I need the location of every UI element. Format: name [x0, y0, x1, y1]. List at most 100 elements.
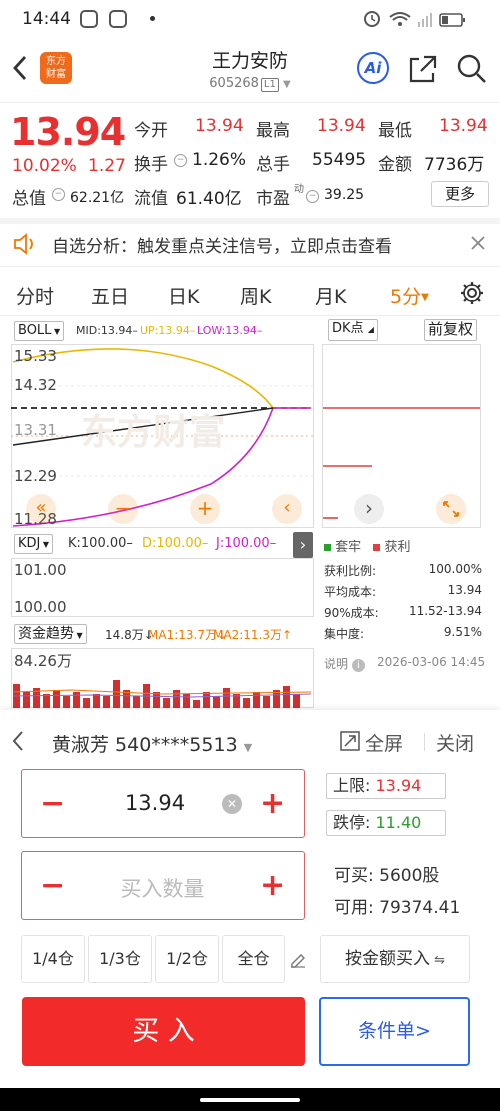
boll-low: LOW:13.94–	[197, 324, 263, 337]
share-icon[interactable]	[408, 54, 438, 84]
info-icon[interactable]: −	[52, 188, 65, 201]
indicator-selector-boll[interactable]: BOLL ▼	[14, 321, 65, 341]
status-bar: 14:44	[0, 0, 500, 38]
kdj-j: J:100.00–	[216, 536, 277, 551]
buy-button[interactable]: 买 入	[22, 997, 305, 1066]
corner-triangle-icon: ◢	[367, 325, 374, 334]
alert-bar[interactable]: 自选分析：触发重点关注信号，立即点击查看	[0, 224, 500, 262]
tab-5min[interactable]: 5分▼	[390, 282, 429, 309]
price-increase-button[interactable]: +	[260, 789, 285, 819]
position-quarter-button[interactable]: 1/4仓	[21, 935, 85, 983]
upper-limit-badge: 上限: 13.94	[326, 773, 446, 799]
notification-app-icon	[109, 10, 127, 28]
tab-intraday[interactable]: 分时	[16, 282, 54, 309]
app-header: 东方 财富 王力安防 605268 L1 ▼ Ai	[0, 38, 500, 100]
indicator-selector-kdj[interactable]: KDJ ▼	[14, 534, 54, 554]
fund-bars	[12, 680, 312, 708]
volume-label: 总手	[256, 155, 290, 175]
collapse-back-icon[interactable]	[10, 729, 26, 753]
search-icon[interactable]	[456, 53, 488, 85]
expand-icon[interactable]	[436, 494, 466, 524]
dk-point-selector[interactable]: DK点 ◢	[328, 319, 378, 341]
amount-label: 金额	[378, 155, 412, 175]
quantity-placeholder[interactable]: 买入数量	[90, 873, 235, 903]
float-value: 61.40亿	[176, 189, 242, 209]
chip-row-label: 90%成本:	[324, 606, 379, 620]
amount-value: 7736万	[424, 155, 485, 175]
zoom-out-icon[interactable]: −	[108, 494, 138, 524]
buy-by-amount-button[interactable]: 按金额买入 ⇋	[320, 935, 470, 983]
chip-next-icon[interactable]: ›	[354, 494, 384, 524]
stock-code: 605268	[209, 76, 259, 91]
notification-app-icon	[80, 10, 98, 28]
high-value: 13.94	[317, 116, 366, 136]
volume-value: 55495	[312, 150, 367, 170]
back-icon[interactable]	[10, 54, 30, 82]
fund-value: 14.8万↓	[105, 628, 154, 642]
low-value: 13.94	[439, 116, 488, 136]
boll-mid: MID:13.94–	[76, 324, 138, 337]
legend-profit: 获利	[384, 540, 411, 555]
mktcap-label: 总值	[12, 189, 46, 209]
info-icon[interactable]: −	[306, 190, 319, 203]
turnover-label: 换手	[134, 155, 168, 175]
chevron-down-icon: ▼	[74, 631, 83, 640]
last-price: 13.94	[10, 110, 126, 154]
eastmoney-logo: 东方 财富	[40, 52, 72, 84]
chip-row: 集中度: 9.51%	[324, 625, 482, 646]
conditional-order-button[interactable]: 条件单>	[319, 997, 470, 1066]
tab-five-day[interactable]: 五日	[91, 282, 129, 309]
info-icon[interactable]: −	[174, 154, 187, 167]
upper-limit-value: 13.94	[375, 776, 422, 795]
dk-label: DK点	[332, 321, 364, 336]
home-indicator[interactable]	[200, 1098, 300, 1102]
stock-code-selector[interactable]: 605268 L1 ▼	[150, 76, 350, 92]
chip-note[interactable]: 说明 i	[324, 655, 365, 672]
close-button[interactable]: 关闭	[436, 729, 474, 756]
kdj-k: K:100.00–	[68, 536, 133, 551]
clear-icon[interactable]: ✕	[222, 794, 242, 814]
expand-panel-icon[interactable]: ›	[293, 532, 313, 558]
chevron-down-icon: ▼	[243, 741, 253, 754]
boll-y-label-4: 12.29	[14, 467, 57, 485]
price-value[interactable]: 13.94	[100, 791, 210, 815]
turnover-value: 1.26%	[192, 150, 247, 170]
position-third-button[interactable]: 1/3仓	[88, 935, 152, 983]
chip-row: 90%成本: 11.52-13.94	[324, 604, 482, 625]
info-icon: i	[351, 659, 365, 672]
account-selector[interactable]: 黄淑芳 540****5513 ▼	[52, 730, 252, 757]
quantity-increase-button[interactable]: +	[260, 871, 285, 901]
can-buy-label: 可买:	[334, 866, 374, 886]
open-label: 今开	[134, 121, 168, 141]
tab-weekly-k[interactable]: 周K	[240, 282, 271, 309]
status-time: 14:44	[22, 9, 71, 29]
more-button[interactable]: 更多	[431, 181, 489, 207]
quantity-decrease-button[interactable]: −	[40, 871, 65, 901]
position-half-button[interactable]: 1/2仓	[155, 935, 219, 983]
low-label: 最低	[378, 121, 412, 141]
position-full-button[interactable]: 全仓	[222, 935, 285, 983]
chevron-down-icon: ▼	[40, 540, 50, 549]
indicator-selector-fund[interactable]: 资金趋势 ▼	[14, 624, 87, 644]
available-label: 可用:	[334, 898, 374, 918]
fund-y-label: 84.26万	[14, 652, 72, 670]
zoom-in-icon[interactable]: +	[190, 494, 220, 524]
pe-superscript: 动	[294, 184, 304, 195]
tab-monthly-k[interactable]: 月K	[315, 282, 346, 309]
scroll-left-fast-icon[interactable]: «	[26, 494, 56, 524]
stock-name: 王力安防	[211, 50, 288, 72]
fullscreen-button[interactable]: 全屏	[365, 729, 403, 756]
settings-gear-icon[interactable]	[459, 280, 485, 306]
system-status-icons	[364, 11, 465, 27]
scroll-left-icon[interactable]: ‹	[272, 494, 302, 524]
chip-row-value: 13.94	[447, 583, 482, 597]
divider	[424, 733, 425, 751]
edit-icon[interactable]	[289, 950, 307, 968]
tab-daily-k[interactable]: 日K	[168, 282, 199, 309]
ai-assistant-button[interactable]: Ai	[357, 52, 389, 84]
svg-text:东方财富: 东方财富	[81, 411, 225, 453]
fullscreen-icon[interactable]	[340, 731, 360, 751]
price-decrease-button[interactable]: −	[40, 789, 65, 819]
close-icon[interactable]	[470, 235, 486, 251]
adjust-forward-button[interactable]: 前复权	[424, 319, 478, 341]
